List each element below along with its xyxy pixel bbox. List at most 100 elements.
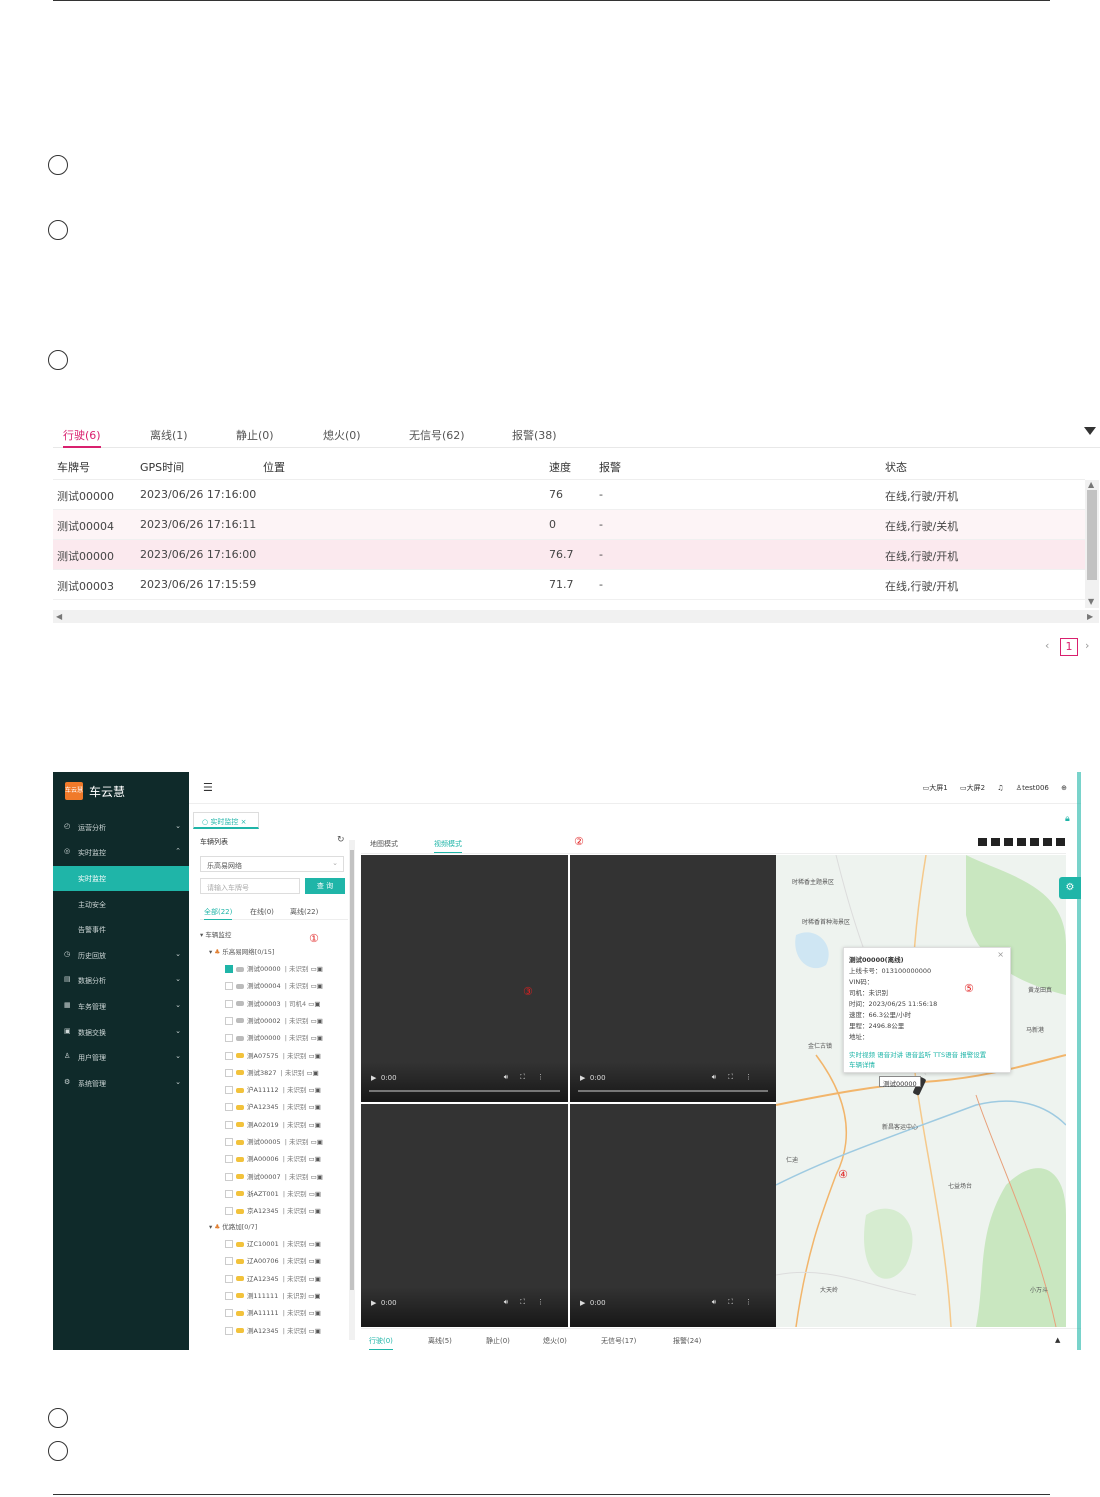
vehicle-tree-item[interactable]: 测A11111 | 未识别 ▭▣: [225, 1307, 321, 1324]
video-player-1[interactable]: ③ ▶ 0:00 🔊︎⛶⋮: [361, 855, 568, 1102]
tab-offline[interactable]: 离线(5): [428, 1336, 452, 1346]
vehicle-tree-item[interactable]: 测A02019 | 未识别 ▭▣: [225, 1119, 321, 1136]
scroll-up-icon[interactable]: ▲: [1088, 480, 1094, 489]
page-1-button[interactable]: 1: [1060, 638, 1078, 656]
tab-engine-off[interactable]: 熄火(0): [323, 427, 361, 448]
tab-driving[interactable]: 行驶(0): [369, 1336, 393, 1350]
page-tab-realtime[interactable]: ○ 实时监控 ×: [193, 812, 259, 829]
video-control-icons[interactable]: 🔊︎⛶⋮: [504, 1298, 556, 1307]
vehicle-tree-item[interactable]: 测A07575 | 未识别 ▭▣: [225, 1050, 321, 1067]
bell-icon[interactable]: ♫: [997, 784, 1003, 792]
close-icon[interactable]: ×: [997, 950, 1004, 959]
video-control-icons[interactable]: 🔊︎⛶⋮: [504, 1073, 556, 1082]
video-time[interactable]: ▶ 0:00: [580, 1299, 606, 1307]
checkbox[interactable]: [225, 1068, 233, 1077]
tab-offline[interactable]: 离线(1): [150, 427, 188, 448]
tab-video-mode[interactable]: 视频模式: [434, 839, 462, 853]
tab-no-signal[interactable]: 无信号(62): [409, 427, 465, 448]
sidebar-item-system[interactable]: ⚙ 系统管理 ⌄: [53, 1071, 189, 1096]
playback-icon[interactable]: ▣: [314, 1000, 320, 1008]
expand-up-icon[interactable]: ▲: [1055, 1336, 1060, 1344]
table-vertical-scrollbar[interactable]: ▲ ▼: [1085, 480, 1099, 608]
playback-icon[interactable]: ▣: [317, 965, 323, 973]
checkbox[interactable]: [225, 1326, 233, 1335]
collapse-caret-icon[interactable]: [1084, 427, 1096, 435]
video-progress[interactable]: [369, 1090, 560, 1092]
vehicle-tree-item[interactable]: 测试00005 | 未识别 ▭▣: [225, 1136, 323, 1153]
sidebar-item-data-analysis[interactable]: ▤ 数据分析 ⌄: [53, 968, 189, 993]
table-row[interactable]: 测试00003 2023/06/26 17:15:59 71.7 - 在线,行驶…: [53, 570, 1085, 600]
checkbox[interactable]: [225, 999, 233, 1008]
checkbox[interactable]: [225, 1172, 233, 1181]
tab-engine-off[interactable]: 熄火(0): [543, 1336, 567, 1346]
tab-no-signal[interactable]: 无信号(17): [601, 1336, 636, 1346]
vehicle-tree-item[interactable]: 测试3827 | 未识别 ▭▣: [225, 1067, 319, 1084]
video-time[interactable]: ▶ 0:00: [371, 1299, 397, 1307]
scroll-down-icon[interactable]: ▼: [1088, 597, 1094, 606]
playback-icon[interactable]: ▣: [315, 1155, 321, 1163]
playback-icon[interactable]: ▣: [315, 1309, 321, 1317]
lock-icon[interactable]: 🔒︎: [1065, 814, 1070, 824]
checkbox[interactable]: [225, 1120, 233, 1129]
scroll-thumb[interactable]: [350, 850, 354, 1290]
video-player-3[interactable]: ▶ 0:00 🔊︎⛶⋮: [361, 1104, 568, 1327]
playback-icon[interactable]: ▣: [313, 1069, 319, 1077]
next-page-icon[interactable]: ›: [1085, 639, 1089, 652]
sidebar-subitem-alarm-events[interactable]: 告警事件: [53, 917, 189, 942]
video-time[interactable]: ▶ 0:00: [371, 1074, 397, 1082]
playback-icon[interactable]: ▣: [317, 1173, 323, 1181]
vehicle-tree-item[interactable]: 京A12345 | 未识别 ▭▣: [225, 1205, 321, 1222]
playback-icon[interactable]: ▣: [314, 1292, 320, 1300]
popup-detail-link[interactable]: 车辆详情: [849, 1059, 875, 1069]
layout-8-icon[interactable]: [1017, 838, 1026, 846]
playback-icon[interactable]: ▣: [315, 1207, 321, 1215]
playback-icon[interactable]: ▣: [317, 1138, 323, 1146]
playback-icon[interactable]: ▣: [315, 1052, 321, 1060]
playback-icon[interactable]: ▣: [317, 1017, 323, 1025]
scroll-thumb[interactable]: [1087, 490, 1097, 580]
sidebar-item-users[interactable]: ♙ 用户管理 ⌄: [53, 1045, 189, 1070]
layout-1-icon[interactable]: [978, 838, 987, 846]
org-select[interactable]: 乐高易网络 ⌄: [200, 856, 344, 872]
checkbox[interactable]: [225, 1051, 233, 1060]
tab-driving[interactable]: 行驶(6): [63, 427, 101, 448]
screen1-button[interactable]: ▭大屏1: [923, 784, 948, 792]
map-view[interactable]: 时稀香主题景区 时稀香首种海景区 黄龙田真 马新港 金仁古镇 新昌客运中心 仁迪…: [776, 855, 1066, 1327]
tab-stationary[interactable]: 静止(0): [486, 1336, 510, 1346]
playback-icon[interactable]: ▣: [315, 1327, 321, 1335]
vehicle-tree-item[interactable]: 辽A12345 | 未识别 ▭▣: [225, 1273, 321, 1290]
checkbox[interactable]: [225, 1207, 233, 1216]
scroll-right-icon[interactable]: ▶: [1087, 612, 1093, 621]
plate-search-input[interactable]: 请输入车牌号: [200, 878, 300, 894]
checkbox[interactable]: [225, 1086, 233, 1095]
table-row[interactable]: 测试00000 2023/06/26 17:16:00 76.7 - 在线,行驶…: [53, 540, 1085, 570]
checkbox[interactable]: [225, 1016, 233, 1025]
globe-icon[interactable]: ⊕: [1061, 784, 1067, 792]
menu-fold-icon[interactable]: ☰: [203, 781, 213, 794]
vehicle-tree-item[interactable]: 测试00002 | 未识别 ▭▣: [225, 1015, 323, 1032]
checkbox[interactable]: [225, 982, 233, 991]
video-player-2[interactable]: ▶ 0:00 🔊︎⛶⋮: [570, 855, 776, 1102]
sidebar-item-history[interactable]: ◷ 历史回放 ⌄: [53, 943, 189, 968]
refresh-icon[interactable]: ↻: [337, 835, 345, 845]
scroll-left-icon[interactable]: ◀: [56, 612, 62, 621]
vehicle-tree-item[interactable]: 测111111 | 未识别 ▭▣: [225, 1290, 321, 1307]
checkbox[interactable]: [225, 1189, 233, 1198]
vehicle-tree-item[interactable]: 浙AZT001 | 未识别 ▭▣: [225, 1188, 321, 1205]
search-button[interactable]: 查 询: [305, 878, 345, 894]
tab-online[interactable]: 在线(0): [250, 907, 274, 917]
playback-icon[interactable]: ▣: [317, 982, 323, 990]
playback-icon[interactable]: ▣: [315, 1257, 321, 1265]
vehicle-tree-item[interactable]: 测试00000 | 未识别 ▭▣: [225, 963, 323, 980]
checkbox[interactable]: [225, 1155, 233, 1164]
playback-icon[interactable]: ▣: [315, 1240, 321, 1248]
checkbox[interactable]: [225, 1138, 233, 1146]
playback-icon[interactable]: ▣: [315, 1121, 321, 1129]
vehicle-tree-item[interactable]: 测A12345 | 未识别 ▭▣: [225, 1325, 321, 1342]
vehicle-list-scrollbar[interactable]: [349, 840, 355, 1340]
layout-4-icon[interactable]: [991, 838, 1000, 846]
playback-icon[interactable]: ▣: [315, 1275, 321, 1283]
video-player-4[interactable]: ▶ 0:00 🔊︎⛶⋮: [570, 1104, 776, 1327]
vehicle-tree-item[interactable]: 测试00004 | 未识别 ▭▣: [225, 980, 323, 997]
vehicle-tree-item[interactable]: 沪A11112 | 未识别 ▭▣: [225, 1084, 321, 1101]
